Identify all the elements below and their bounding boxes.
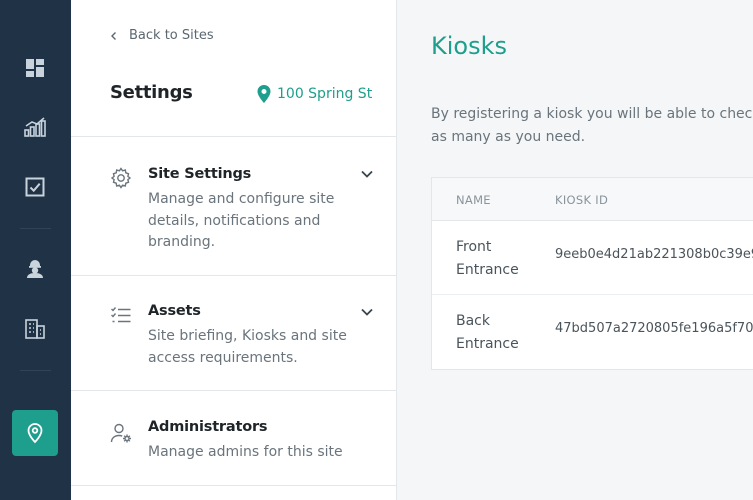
column-header-name[interactable]: NAME (456, 193, 491, 207)
sites-location-icon (27, 423, 43, 444)
section-title: Administrators (148, 419, 268, 435)
nav-separator (20, 370, 51, 371)
back-to-sites-link[interactable]: Back to Sites (109, 28, 214, 43)
table-row[interactable]: Back Entrance 47bd507a2720805fe196a5f70e… (432, 295, 753, 369)
main-content: Kiosks By registering a kiosk you will b… (397, 0, 753, 500)
kiosks-table: NAME KIOSK ID Front Entrance 9eeb0e4d21a… (431, 177, 753, 370)
kiosk-name: Back Entrance (456, 313, 519, 352)
section-site-settings[interactable]: Site Settings Manage and configure site … (71, 137, 397, 275)
section-title: Site Settings (148, 166, 252, 182)
settings-title: Settings (110, 82, 193, 103)
table-row[interactable]: Front Entrance 9eeb0e4d21ab221308b0c39e9… (432, 221, 753, 295)
table-header: NAME KIOSK ID (432, 178, 753, 221)
chevron-down-icon[interactable] (359, 304, 375, 320)
settings-panel: Back to Sites Settings 100 Spring St Sit… (71, 0, 397, 500)
description-line: By registering a kiosk you will be able … (431, 106, 753, 122)
chevron-down-icon[interactable] (359, 166, 375, 182)
tasks-icon (25, 177, 45, 197)
section-description: Site briefing, Kiosks and site access re… (148, 328, 347, 366)
section-description: Manage admins for this site (148, 444, 343, 460)
buildings-icon (25, 319, 45, 339)
kiosk-name: Front Entrance (456, 239, 519, 278)
nav-separator (20, 228, 51, 229)
worker-icon (27, 260, 43, 278)
kiosk-id: 47bd507a2720805fe196a5f70ee8 (555, 321, 753, 336)
analytics-icon (24, 117, 46, 137)
nav-buildings[interactable] (12, 306, 58, 352)
location-pin-icon (257, 85, 271, 103)
column-header-kiosk-id[interactable]: KIOSK ID (555, 193, 608, 207)
nav-sites[interactable] (12, 410, 58, 456)
site-location[interactable]: 100 Spring St (257, 85, 372, 103)
kiosk-id: 9eeb0e4d21ab221308b0c39e988 (555, 247, 753, 262)
nav-tasks[interactable] (12, 164, 58, 210)
divider (71, 485, 397, 486)
dashboard-icon (26, 59, 44, 77)
section-title: Assets (148, 303, 201, 319)
section-description: Manage and configure site details, notif… (148, 191, 335, 250)
site-name: 100 Spring St (277, 86, 373, 102)
description-line: as many as you need. (431, 129, 586, 145)
page-title: Kiosks (431, 32, 507, 60)
section-administrators[interactable]: Administrators Manage admins for this si… (71, 391, 397, 485)
nav-analytics[interactable] (12, 104, 58, 150)
nav-rail (0, 0, 71, 500)
checklist-icon (109, 303, 133, 327)
nav-dashboard[interactable] (12, 45, 58, 91)
nav-workers[interactable] (12, 246, 58, 292)
section-assets[interactable]: Assets Site briefing, Kiosks and site ac… (71, 276, 397, 390)
gear-icon (109, 166, 133, 190)
chevron-left-icon (111, 31, 116, 40)
back-to-sites-label: Back to Sites (129, 28, 214, 43)
page-description: By registering a kiosk you will be able … (431, 103, 753, 149)
admin-user-icon (109, 421, 133, 445)
